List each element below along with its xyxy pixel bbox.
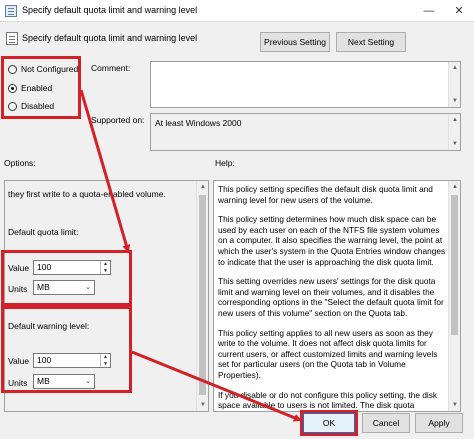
scroll-up-icon[interactable]: ▲: [449, 181, 460, 193]
minimize-button[interactable]: —: [414, 0, 444, 22]
options-scrollbar[interactable]: ▲ ▼: [196, 181, 208, 411]
previous-setting-button[interactable]: Previous Setting: [260, 32, 330, 52]
help-paragraph: If you disable or do not configure this …: [218, 389, 438, 411]
help-label: Help:: [215, 158, 235, 168]
radio-label: Enabled: [21, 83, 53, 93]
quota-limit-label: Default quota limit:: [8, 227, 79, 237]
options-intro: they first write to a quota-enabled volu…: [8, 189, 166, 199]
supported-box: At least Windows 2000 ▲ ▼: [150, 113, 461, 151]
radio-disabled[interactable]: Disabled: [8, 99, 54, 113]
scroll-thumb[interactable]: [199, 195, 206, 395]
help-paragraph: This setting overrides new users' settin…: [218, 276, 444, 318]
spin-down-icon[interactable]: ▼: [101, 361, 110, 368]
supported-value: At least Windows 2000: [155, 118, 242, 128]
apply-button[interactable]: Apply: [415, 413, 463, 433]
options-label: Options:: [4, 158, 36, 168]
spin-down-icon[interactable]: ▼: [101, 268, 110, 275]
limit-units-label: Units: [8, 284, 28, 294]
limit-units-select[interactable]: MB ⌄: [33, 280, 95, 295]
scroll-up-icon[interactable]: ▲: [449, 114, 461, 126]
spin-buttons[interactable]: ▲ ▼: [100, 261, 110, 274]
cancel-button[interactable]: Cancel: [362, 413, 410, 433]
title-bar: Specify default quota limit and warning …: [0, 0, 474, 22]
warning-value-label: Value: [8, 356, 30, 366]
close-button[interactable]: ✕: [444, 0, 474, 22]
warning-units-select[interactable]: MB ⌄: [33, 374, 95, 389]
radio-enabled[interactable]: Enabled: [8, 81, 52, 95]
radio-not-configured[interactable]: Not Configured: [8, 62, 78, 76]
warning-value-stepper[interactable]: 100 ▲ ▼: [33, 353, 111, 368]
help-pane: This policy setting specifies the defaul…: [213, 180, 461, 412]
radio-circle[interactable]: [8, 101, 17, 111]
supported-label: Supported on:: [91, 115, 145, 125]
warning-units-text: MB: [37, 376, 50, 386]
scroll-down-icon[interactable]: ▼: [449, 95, 461, 107]
radio-label: Disabled: [21, 101, 55, 111]
help-paragraph: This policy setting determines how much …: [218, 214, 446, 267]
window-title: Specify default quota limit and warning …: [22, 5, 198, 15]
supported-scrollbar[interactable]: ▲ ▼: [448, 114, 460, 150]
setting-icon: [6, 32, 18, 45]
scroll-up-icon[interactable]: ▲: [449, 62, 461, 74]
comment-textarea[interactable]: ▲ ▼: [150, 61, 461, 108]
radio-label: Not Configured: [21, 64, 79, 74]
next-setting-button[interactable]: Next Setting: [336, 32, 406, 52]
chevron-down-icon: ⌄: [85, 378, 91, 385]
help-paragraph: This policy setting specifies the defaul…: [218, 184, 433, 205]
help-text: This policy setting specifies the defaul…: [218, 184, 446, 411]
spin-buttons[interactable]: ▲ ▼: [100, 354, 110, 367]
help-scrollbar[interactable]: ▲ ▼: [448, 181, 460, 411]
setting-title: Specify default quota limit and warning …: [22, 33, 198, 43]
warning-level-label: Default warning level:: [8, 321, 90, 331]
scroll-thumb[interactable]: [451, 195, 458, 335]
warning-value-text: 100: [37, 355, 52, 365]
comment-label: Comment:: [91, 63, 131, 73]
radio-circle[interactable]: [8, 64, 17, 74]
limit-value-stepper[interactable]: 100 ▲ ▼: [33, 260, 111, 275]
scroll-down-icon[interactable]: ▼: [449, 399, 460, 411]
radio-circle[interactable]: [8, 83, 17, 93]
help-paragraph: This policy setting applies to all new u…: [218, 327, 438, 380]
limit-units-text: MB: [37, 282, 50, 292]
ok-button[interactable]: OK: [303, 413, 355, 433]
chevron-down-icon: ⌄: [85, 284, 91, 291]
options-pane: they first write to a quota-enabled volu…: [4, 180, 209, 412]
policy-icon: [5, 5, 17, 17]
comment-scrollbar[interactable]: ▲ ▼: [448, 62, 460, 107]
limit-value-text: 100: [37, 262, 52, 272]
limit-value-label: Value: [8, 263, 30, 273]
scroll-down-icon[interactable]: ▼: [449, 138, 461, 150]
warning-units-label: Units: [8, 378, 28, 388]
scroll-down-icon[interactable]: ▼: [197, 399, 209, 411]
scroll-up-icon[interactable]: ▲: [197, 181, 209, 193]
